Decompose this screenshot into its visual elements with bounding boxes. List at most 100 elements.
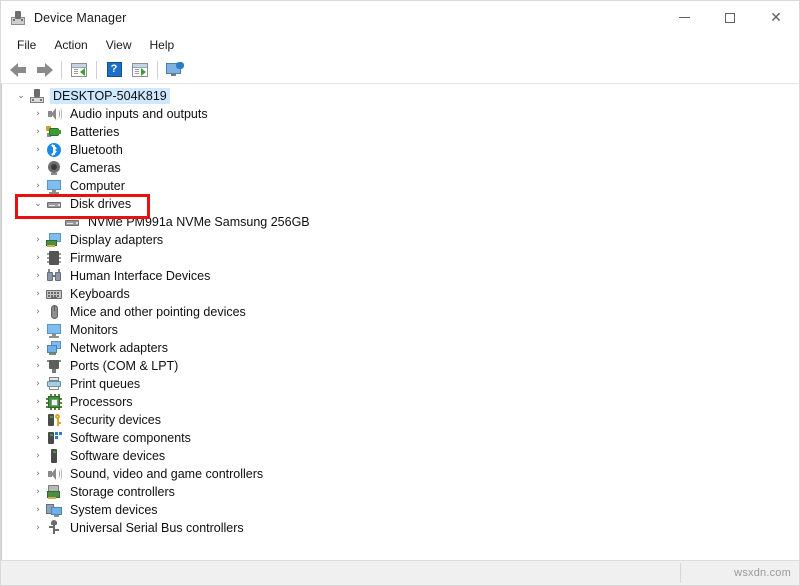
minimize-icon	[679, 17, 690, 18]
tree-item-audio-inputs-and-outputs[interactable]: › Audio inputs and outputs	[2, 105, 799, 123]
chevron-right-icon[interactable]: ›	[30, 393, 46, 411]
battery-icon	[46, 124, 62, 140]
tree-item-keyboards[interactable]: › Keyboards	[2, 285, 799, 303]
scan-for-hardware-changes-button[interactable]	[162, 58, 188, 82]
chevron-right-icon[interactable]: ›	[30, 411, 46, 429]
mouse-icon	[46, 304, 62, 320]
tree-item-label: Network adapters	[67, 340, 171, 356]
console-tree-icon	[71, 63, 87, 77]
chevron-right-icon[interactable]: ›	[30, 303, 46, 321]
port-icon	[46, 358, 62, 374]
speaker-icon	[46, 106, 62, 122]
menu-view[interactable]: View	[97, 37, 141, 54]
status-separator	[680, 563, 681, 583]
tree-item-display-adapters[interactable]: › Display adapters	[2, 231, 799, 249]
chevron-right-icon[interactable]: ›	[30, 375, 46, 393]
tree-item-sound-video-and-game-controllers[interactable]: › Sound, video and game controllers	[2, 465, 799, 483]
software-device-icon	[46, 448, 62, 464]
toolbar: ?	[1, 56, 799, 84]
tree-item-network-adapters[interactable]: › Network adapters	[2, 339, 799, 357]
chevron-right-icon[interactable]: ›	[30, 447, 46, 465]
tree-item-universal-serial-bus-controllers[interactable]: › Universal Serial Bus controllers	[2, 519, 799, 537]
tree-item-label: Processors	[67, 394, 136, 410]
toolbar-separator-1	[61, 61, 62, 79]
chevron-right-icon[interactable]: ›	[30, 321, 46, 339]
chevron-right-icon[interactable]: ›	[30, 105, 46, 123]
chevron-right-icon[interactable]: ›	[30, 465, 46, 483]
firmware-chip-icon	[46, 250, 62, 266]
minimize-button[interactable]	[661, 1, 707, 34]
tree-item-nvme-disk[interactable]: NVMe PM991a NVMe Samsung 256GB	[2, 213, 799, 231]
help-button[interactable]: ?	[101, 58, 127, 82]
chevron-right-icon[interactable]: ›	[30, 483, 46, 501]
chevron-right-icon[interactable]: ›	[30, 267, 46, 285]
properties-panel-icon	[132, 63, 148, 77]
tree-item-bluetooth[interactable]: › Bluetooth	[2, 141, 799, 159]
chevron-right-icon[interactable]: ›	[30, 429, 46, 447]
toolbar-separator-2	[96, 61, 97, 79]
bluetooth-icon	[46, 142, 62, 158]
speaker-icon	[46, 466, 62, 482]
security-device-icon	[46, 412, 62, 428]
device-manager-icon	[10, 10, 26, 26]
chevron-right-icon[interactable]: ›	[30, 285, 46, 303]
back-button[interactable]	[5, 58, 31, 82]
menu-action[interactable]: Action	[45, 37, 96, 54]
status-bar: wsxdn.com	[1, 560, 799, 585]
chevron-right-icon[interactable]: ›	[30, 141, 46, 159]
scan-hardware-icon	[166, 62, 184, 77]
tree-item-label: Sound, video and game controllers	[67, 466, 266, 482]
monitor-icon	[46, 178, 62, 194]
tree-item-label: Cameras	[67, 160, 124, 176]
tree-item-mice-and-other-pointing-devices[interactable]: › Mice and other pointing devices	[2, 303, 799, 321]
tree-item-label: Software components	[67, 430, 194, 446]
tree-item-label: Software devices	[67, 448, 168, 464]
tree-item-print-queues[interactable]: › Print queues	[2, 375, 799, 393]
tree-item-security-devices[interactable]: › Security devices	[2, 411, 799, 429]
show-hide-console-tree-button[interactable]	[66, 58, 92, 82]
tree-item-monitors[interactable]: › Monitors	[2, 321, 799, 339]
chevron-right-icon[interactable]: ›	[30, 123, 46, 141]
menu-help[interactable]: Help	[141, 37, 184, 54]
tree-item-cameras[interactable]: › Cameras	[2, 159, 799, 177]
chevron-right-icon[interactable]: ›	[30, 357, 46, 375]
tree-item-batteries[interactable]: › Batteries	[2, 123, 799, 141]
tree-item-ports[interactable]: › Ports (COM & LPT)	[2, 357, 799, 375]
tree-item-computer[interactable]: › Computer	[2, 177, 799, 195]
menu-file[interactable]: File	[8, 37, 45, 54]
chevron-down-icon[interactable]: ⌄	[30, 195, 46, 213]
properties-button[interactable]	[127, 58, 153, 82]
chevron-right-icon[interactable]: ›	[30, 339, 46, 357]
device-tree[interactable]: ⌄ DESKTOP-504K819 › Audio inputs and out…	[1, 84, 799, 560]
window-controls: ✕	[661, 1, 799, 34]
title-bar: Device Manager ✕	[1, 1, 799, 34]
tree-item-root[interactable]: ⌄ DESKTOP-504K819	[2, 87, 799, 105]
printer-icon	[46, 376, 62, 392]
close-button[interactable]: ✕	[753, 1, 799, 34]
chevron-right-icon[interactable]: ›	[30, 177, 46, 195]
maximize-button[interactable]	[707, 1, 753, 34]
chevron-down-icon[interactable]: ⌄	[13, 87, 29, 105]
tree-item-label: Batteries	[67, 124, 122, 140]
tree-item-human-interface-devices[interactable]: › Human Interface Devices	[2, 267, 799, 285]
chevron-right-icon[interactable]: ›	[30, 501, 46, 519]
content-area: ⌄ DESKTOP-504K819 › Audio inputs and out…	[1, 84, 799, 560]
chevron-right-icon[interactable]: ›	[30, 159, 46, 177]
tree-item-label: Storage controllers	[67, 484, 178, 500]
maximize-icon	[725, 13, 735, 23]
tree-item-software-devices[interactable]: › Software devices	[2, 447, 799, 465]
help-question-icon: ?	[107, 62, 122, 77]
chevron-right-icon[interactable]: ›	[30, 231, 46, 249]
tree-item-processors[interactable]: › Processors	[2, 393, 799, 411]
tree-item-disk-drives[interactable]: ⌄ Disk drives	[2, 195, 799, 213]
chevron-right-icon[interactable]: ›	[30, 519, 46, 537]
chevron-right-icon[interactable]: ›	[30, 249, 46, 267]
software-component-icon	[46, 430, 62, 446]
tree-item-system-devices[interactable]: › System devices	[2, 501, 799, 519]
tree-item-software-components[interactable]: › Software components	[2, 429, 799, 447]
forward-button[interactable]	[31, 58, 57, 82]
tree-item-storage-controllers[interactable]: › Storage controllers	[2, 483, 799, 501]
display-adapter-icon	[46, 232, 62, 248]
window-title: Device Manager	[34, 11, 126, 25]
tree-item-firmware[interactable]: › Firmware	[2, 249, 799, 267]
